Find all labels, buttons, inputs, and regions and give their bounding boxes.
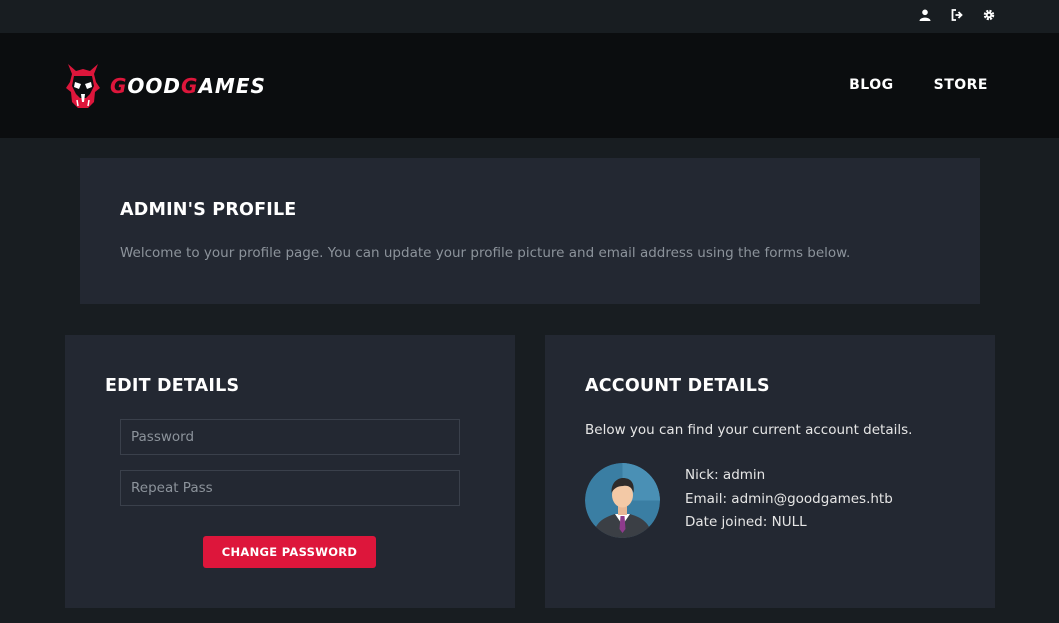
- avatar: [585, 463, 660, 538]
- nav-blog-link[interactable]: BLOG: [849, 77, 894, 93]
- edit-details-panel: EDIT DETAILS CHANGE PASSWORD: [65, 335, 515, 608]
- gear-icon[interactable]: [982, 8, 996, 22]
- nav-store-link[interactable]: STORE: [934, 77, 988, 93]
- account-description: Below you can find your current account …: [585, 422, 913, 438]
- top-utility-bar: [0, 0, 1059, 33]
- account-details-panel: ACCOUNT DETAILS Below you can find your …: [545, 335, 995, 608]
- sign-out-icon[interactable]: [950, 8, 964, 22]
- logo-wordmark: GOODGAMES: [110, 74, 266, 98]
- email-value: Email: admin@goodgames.htb: [685, 490, 893, 507]
- account-info-list: Nick: admin Email: admin@goodgames.htb D…: [685, 466, 893, 537]
- site-header: GOODGAMES BLOG STORE: [0, 33, 1059, 138]
- main-nav: BLOG STORE: [849, 77, 988, 93]
- edit-details-title: EDIT DETAILS: [105, 376, 240, 396]
- repeat-password-input[interactable]: [120, 470, 460, 506]
- account-details-title: ACCOUNT DETAILS: [585, 376, 770, 396]
- password-input[interactable]: [120, 419, 460, 455]
- change-password-button[interactable]: CHANGE PASSWORD: [203, 536, 376, 568]
- profile-header-panel: ADMIN'S PROFILE Welcome to your profile …: [80, 158, 980, 304]
- profile-description: Welcome to your profile page. You can up…: [120, 245, 851, 261]
- date-joined-value: Date joined: NULL: [685, 514, 807, 530]
- skull-logo-icon: [66, 64, 100, 108]
- user-icon[interactable]: [918, 8, 932, 22]
- nick-value: Nick: admin: [685, 467, 766, 483]
- page-title: ADMIN'S PROFILE: [120, 200, 297, 220]
- site-logo[interactable]: GOODGAMES: [62, 61, 266, 111]
